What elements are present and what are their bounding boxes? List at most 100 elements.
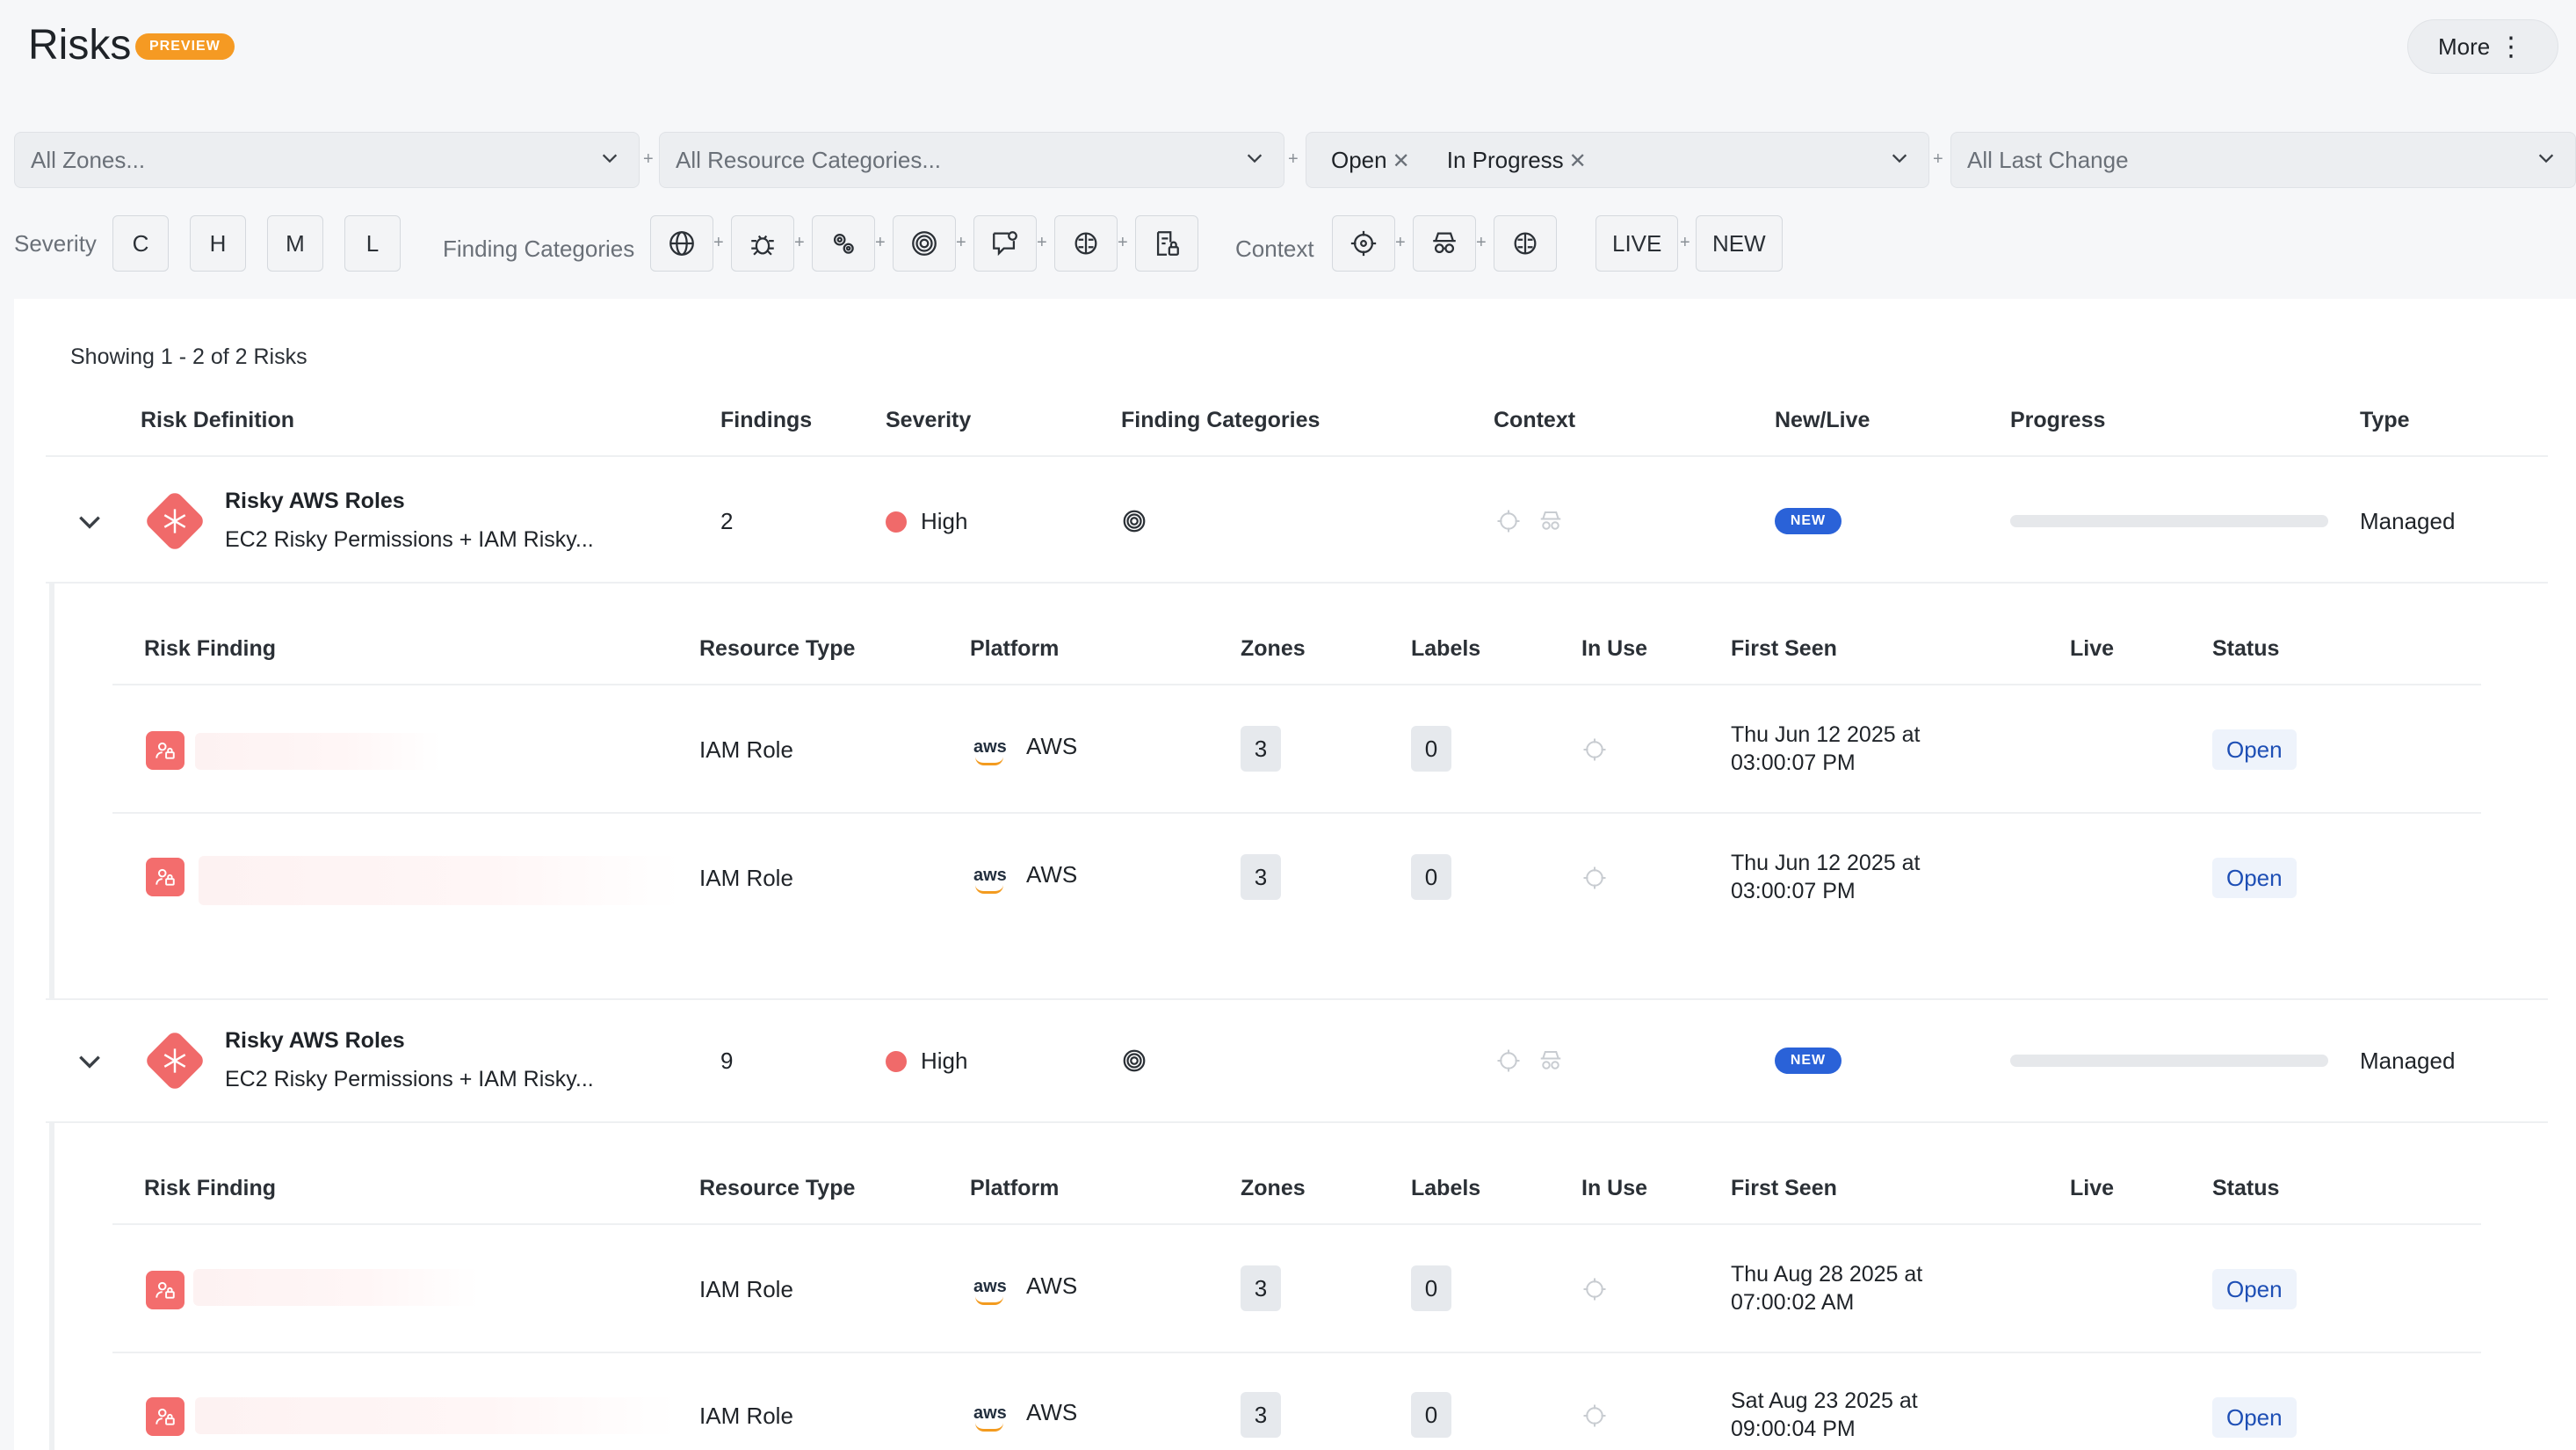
close-icon[interactable]: ✕: [1393, 149, 1410, 173]
aws-logo-icon: aws: [973, 1278, 1007, 1305]
sub-col-labels[interactable]: Labels: [1411, 1176, 1480, 1201]
status-chip-open[interactable]: Open ✕: [1331, 147, 1410, 174]
toggle-plus: +: [713, 233, 724, 252]
sub-col-resource-type[interactable]: Resource Type: [699, 636, 855, 662]
col-severity[interactable]: Severity: [886, 408, 971, 433]
toggle-plus: +: [1680, 233, 1690, 252]
labels-count[interactable]: 0: [1411, 1392, 1451, 1438]
kebab-icon: ⋮: [2498, 33, 2524, 62]
severity-low-toggle[interactable]: L: [344, 215, 401, 272]
crosshair-toggle[interactable]: [1332, 215, 1395, 272]
more-button[interactable]: More ⋮: [2407, 19, 2558, 74]
sub-col-labels[interactable]: Labels: [1411, 636, 1480, 662]
sub-col-live[interactable]: Live: [2070, 636, 2114, 662]
toggle-plus: +: [1037, 233, 1047, 252]
brain-toggle[interactable]: [1054, 215, 1118, 272]
preview-badge: PREVIEW: [135, 33, 235, 60]
sub-col-in-use[interactable]: In Use: [1581, 1176, 1647, 1201]
sub-col-live[interactable]: Live: [2070, 1176, 2114, 1201]
crosshair-icon: [1583, 866, 1606, 889]
resource-type: IAM Role: [699, 1403, 793, 1429]
sub-row-divider: [112, 1352, 2481, 1353]
col-new-live[interactable]: New/Live: [1775, 408, 1870, 433]
spy-icon: [1540, 511, 1561, 530]
resource-categories-filter[interactable]: All Resource Categories...: [659, 132, 1284, 188]
status-chip-in-progress[interactable]: In Progress ✕: [1447, 147, 1587, 174]
finding-name-redacted[interactable]: [199, 856, 680, 905]
finding-name-redacted[interactable]: [193, 1269, 480, 1306]
sub-col-zones[interactable]: Zones: [1241, 1176, 1306, 1201]
status-badge[interactable]: Open: [2212, 858, 2297, 898]
col-type[interactable]: Type: [2360, 408, 2410, 433]
chevron-down-icon[interactable]: [76, 508, 104, 536]
risk-title[interactable]: Risky AWS Roles: [225, 489, 405, 514]
sub-col-first-seen[interactable]: First Seen: [1731, 1176, 1837, 1201]
platform-name: AWS: [1026, 1399, 1078, 1425]
sub-col-platform[interactable]: Platform: [970, 636, 1059, 662]
brain-context-toggle[interactable]: [1494, 215, 1557, 272]
bug-toggle[interactable]: [731, 215, 794, 272]
toggle-plus: +: [794, 233, 805, 252]
spy-toggle[interactable]: [1413, 215, 1476, 272]
zones-count[interactable]: 3: [1241, 726, 1281, 772]
labels-count[interactable]: 0: [1411, 854, 1451, 900]
severity-high-toggle[interactable]: H: [190, 215, 246, 272]
zones-count[interactable]: 3: [1241, 854, 1281, 900]
sub-col-in-use[interactable]: In Use: [1581, 636, 1647, 662]
aws-logo-icon: aws: [973, 1404, 1007, 1432]
aws-logo-icon: aws: [973, 738, 1007, 765]
zones-count[interactable]: 3: [1241, 1392, 1281, 1438]
labels-count[interactable]: 0: [1411, 1265, 1451, 1311]
status-badge[interactable]: Open: [2212, 1269, 2297, 1309]
gears-toggle[interactable]: [812, 215, 875, 272]
findings-count: 9: [720, 1048, 734, 1074]
zones-filter-value: All Zones...: [31, 146, 146, 173]
status-filter[interactable]: Open ✕ In Progress ✕: [1306, 132, 1929, 188]
risk-subtitle: EC2 Risky Permissions + IAM Risky...: [225, 1067, 594, 1091]
sub-col-risk-finding[interactable]: Risk Finding: [144, 1176, 276, 1201]
platform-cell: aws AWS: [973, 1272, 1077, 1305]
severity-value: High: [921, 508, 968, 534]
chat-badge-toggle[interactable]: [973, 215, 1037, 272]
status-badge[interactable]: Open: [2212, 729, 2297, 770]
sub-col-status[interactable]: Status: [2212, 636, 2279, 662]
col-context[interactable]: Context: [1494, 408, 1575, 433]
zones-filter[interactable]: All Zones...: [14, 132, 640, 188]
fingerprint-toggle[interactable]: [893, 215, 956, 272]
severity-medium-toggle[interactable]: M: [267, 215, 323, 272]
zones-count[interactable]: 3: [1241, 1265, 1281, 1311]
col-findings[interactable]: Findings: [720, 408, 812, 433]
risk-type: Managed: [2360, 1048, 2456, 1074]
lock-document-toggle[interactable]: [1135, 215, 1198, 272]
toggle-plus: +: [1395, 233, 1406, 252]
col-risk-definition[interactable]: Risk Definition: [141, 408, 294, 433]
status-badge[interactable]: Open: [2212, 1397, 2297, 1438]
labels-count[interactable]: 0: [1411, 726, 1451, 772]
finding-name-redacted[interactable]: [195, 1397, 677, 1434]
fingerprint-icon: [912, 231, 937, 256]
sub-row-divider: [112, 812, 2481, 814]
crosshair-icon: [1497, 1049, 1520, 1072]
finding-name-redacted[interactable]: [195, 733, 441, 770]
live-toggle[interactable]: LIVE: [1596, 215, 1679, 272]
sub-col-status[interactable]: Status: [2212, 1176, 2279, 1201]
first-seen: Sat Aug 23 2025 at 09:00:04 PM: [1731, 1388, 1918, 1441]
new-toggle[interactable]: NEW: [1696, 215, 1783, 272]
col-finding-categories[interactable]: Finding Categories: [1121, 408, 1320, 433]
sub-col-risk-finding[interactable]: Risk Finding: [144, 636, 276, 662]
first-seen: Thu Jun 12 2025 at 03:00:07 PM: [1731, 722, 1921, 775]
close-icon[interactable]: ✕: [1569, 149, 1587, 173]
risk-title[interactable]: Risky AWS Roles: [225, 1028, 405, 1054]
sub-col-platform[interactable]: Platform: [970, 1176, 1059, 1201]
severity-critical-toggle[interactable]: C: [112, 215, 169, 272]
globe-toggle[interactable]: [650, 215, 713, 272]
sub-col-resource-type[interactable]: Resource Type: [699, 1176, 855, 1201]
col-progress[interactable]: Progress: [2010, 408, 2105, 433]
resource-type: IAM Role: [699, 736, 793, 763]
sub-col-zones[interactable]: Zones: [1241, 636, 1306, 662]
chevron-down-icon[interactable]: [76, 1048, 104, 1076]
sub-col-first-seen[interactable]: First Seen: [1731, 636, 1837, 662]
sub-header-divider: [112, 1223, 2481, 1225]
last-change-filter[interactable]: All Last Change: [1950, 132, 2576, 188]
platform-name: AWS: [1026, 861, 1078, 888]
